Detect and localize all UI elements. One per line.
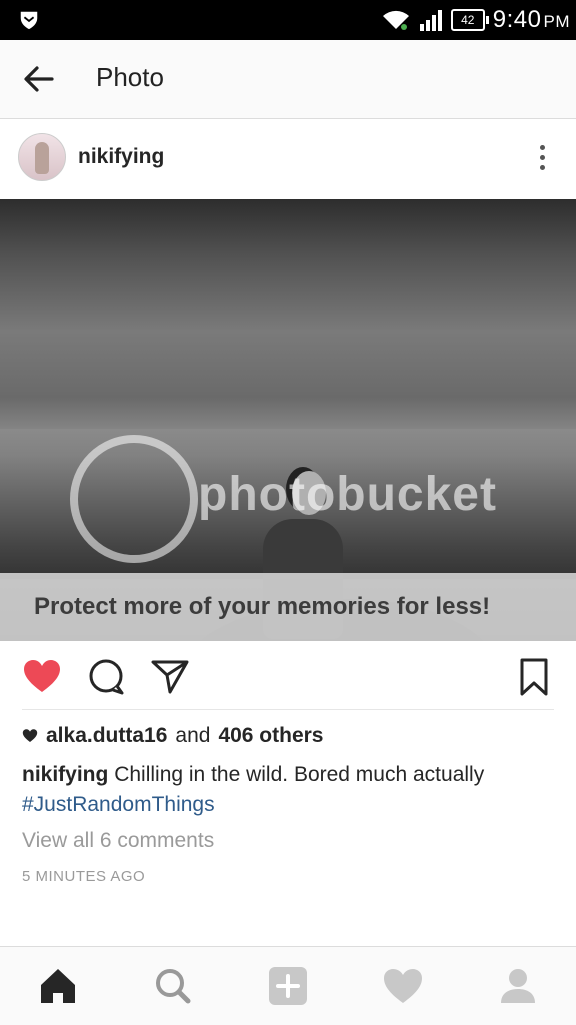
likes-summary[interactable]: alka.dutta16 and 406 others <box>22 724 324 748</box>
bottom-tab-bar <box>0 946 576 1025</box>
heart-icon[interactable] <box>22 657 62 697</box>
small-heart-icon <box>22 729 38 742</box>
signal-icon <box>419 10 442 31</box>
arrow-back-icon[interactable] <box>22 62 56 96</box>
liker-username[interactable]: alka.dutta16 <box>46 724 167 748</box>
search-icon[interactable] <box>150 963 196 1009</box>
likes-others[interactable]: 406 others <box>218 724 323 748</box>
caption-hashtag[interactable]: #JustRandomThings <box>22 793 215 816</box>
share-icon[interactable] <box>150 657 190 697</box>
divider <box>22 709 554 710</box>
status-bar: 42 9:40 PM <box>0 0 576 40</box>
bookmark-icon[interactable] <box>514 657 554 697</box>
battery-level: 42 <box>461 13 475 27</box>
post-caption: nikifying Chilling in the wild. Bored mu… <box>22 760 562 820</box>
avatar[interactable] <box>18 133 66 181</box>
caption-username[interactable]: nikifying <box>22 763 108 786</box>
page-title: Photo <box>96 62 164 92</box>
clock-ampm: PM <box>543 12 570 31</box>
watermark-banner-text: Protect more of your memories for less! <box>34 593 491 620</box>
clock-time: 9:40 <box>492 6 542 33</box>
caption-text: Chilling in the wild. Bored much actuall… <box>114 763 485 786</box>
app-bar: Photo <box>0 40 576 119</box>
watermark-text: photobucket <box>198 468 497 521</box>
post-actions <box>0 641 576 711</box>
more-options-icon[interactable] <box>538 145 546 173</box>
wifi-icon <box>382 10 409 30</box>
post-timestamp: 5 MINUTES AGO <box>22 868 146 885</box>
comment-icon[interactable] <box>86 657 126 697</box>
profile-icon[interactable] <box>495 963 541 1009</box>
likes-and: and <box>175 724 211 747</box>
post-photo[interactable]: photobucket Protect more of your memorie… <box>0 199 576 641</box>
view-comments-link[interactable]: View all 6 comments <box>22 829 214 853</box>
add-icon[interactable] <box>265 963 311 1009</box>
avatar-figure <box>35 142 49 174</box>
clock: 9:40 PM <box>493 6 570 34</box>
post-header: nikifying <box>0 119 576 199</box>
post-username[interactable]: nikifying <box>78 145 164 169</box>
activity-heart-icon[interactable] <box>380 963 426 1009</box>
battery-icon: 42 <box>450 9 489 31</box>
watermark-banner: Protect more of your memories for less! <box>0 573 576 641</box>
shield-icon <box>20 11 38 30</box>
home-icon[interactable] <box>35 963 81 1009</box>
watermark-logo <box>70 435 198 563</box>
